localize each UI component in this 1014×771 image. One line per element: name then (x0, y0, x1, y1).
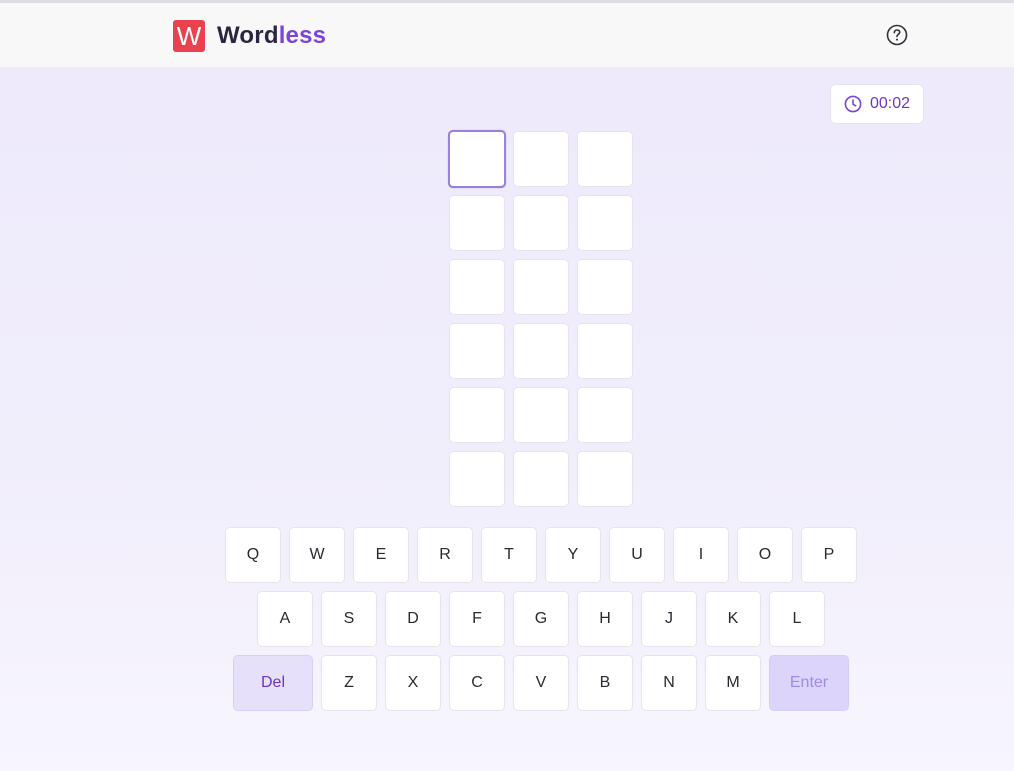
guess-grid (447, 129, 633, 507)
key-f[interactable]: F (449, 591, 505, 647)
grid-cell-r2-c1[interactable] (449, 195, 505, 251)
key-a[interactable]: A (257, 591, 313, 647)
key-p[interactable]: P (801, 527, 857, 583)
grid-cell-r5-c3[interactable] (577, 387, 633, 443)
timer-value: 00:02 (869, 95, 911, 112)
key-w[interactable]: W (289, 527, 345, 583)
key-g[interactable]: G (513, 591, 569, 647)
grid-cell-r4-c1[interactable] (449, 323, 505, 379)
grid-cell-r1-c3[interactable] (577, 131, 633, 187)
keyboard-row-2: A S D F G H J K L (257, 591, 825, 647)
key-n[interactable]: N (641, 655, 697, 711)
key-k[interactable]: K (705, 591, 761, 647)
grid-cell-r5-c1[interactable] (449, 387, 505, 443)
keyboard-row-3: Del Z X C V B N M Enter (233, 655, 849, 711)
enter-key[interactable]: Enter (769, 655, 849, 711)
key-d[interactable]: D (385, 591, 441, 647)
grid-cell-r4-c3[interactable] (577, 323, 633, 379)
grid-cell-r1-c1[interactable] (447, 129, 507, 189)
key-b[interactable]: B (577, 655, 633, 711)
grid-cell-r6-c3[interactable] (577, 451, 633, 507)
key-s[interactable]: S (321, 591, 377, 647)
key-e[interactable]: E (353, 527, 409, 583)
key-v[interactable]: V (513, 655, 569, 711)
help-circle-icon[interactable] (886, 24, 908, 46)
grid-cell-r6-c2[interactable] (513, 451, 569, 507)
app-title-part1: Word (217, 22, 279, 49)
key-t[interactable]: T (481, 527, 537, 583)
keyboard-row-1: Q W E R T Y U I O P (225, 527, 857, 583)
key-o[interactable]: O (737, 527, 793, 583)
grid-cell-r6-c1[interactable] (449, 451, 505, 507)
key-y[interactable]: Y (545, 527, 601, 583)
grid-cell-r1-c2[interactable] (513, 131, 569, 187)
timer-badge: 00:02 (830, 84, 924, 124)
key-r[interactable]: R (417, 527, 473, 583)
app-header: W Wordless (0, 3, 1014, 67)
grid-cell-r2-c3[interactable] (577, 195, 633, 251)
logo-icon: W (173, 20, 205, 52)
key-m[interactable]: M (705, 655, 761, 711)
grid-cell-r3-c1[interactable] (449, 259, 505, 315)
app-title: Wordless (217, 20, 326, 52)
key-z[interactable]: Z (321, 655, 377, 711)
key-x[interactable]: X (385, 655, 441, 711)
key-l[interactable]: L (769, 591, 825, 647)
grid-cell-r3-c3[interactable] (577, 259, 633, 315)
delete-key[interactable]: Del (233, 655, 313, 711)
key-j[interactable]: J (641, 591, 697, 647)
clock-icon (844, 95, 862, 113)
grid-cell-r4-c2[interactable] (513, 323, 569, 379)
app-title-part2: less (278, 22, 327, 49)
key-u[interactable]: U (609, 527, 665, 583)
key-q[interactable]: Q (225, 527, 281, 583)
grid-cell-r3-c2[interactable] (513, 259, 569, 315)
key-i[interactable]: I (673, 527, 729, 583)
grid-cell-r2-c2[interactable] (513, 195, 569, 251)
key-h[interactable]: H (577, 591, 633, 647)
key-c[interactable]: C (449, 655, 505, 711)
grid-cell-r5-c2[interactable] (513, 387, 569, 443)
